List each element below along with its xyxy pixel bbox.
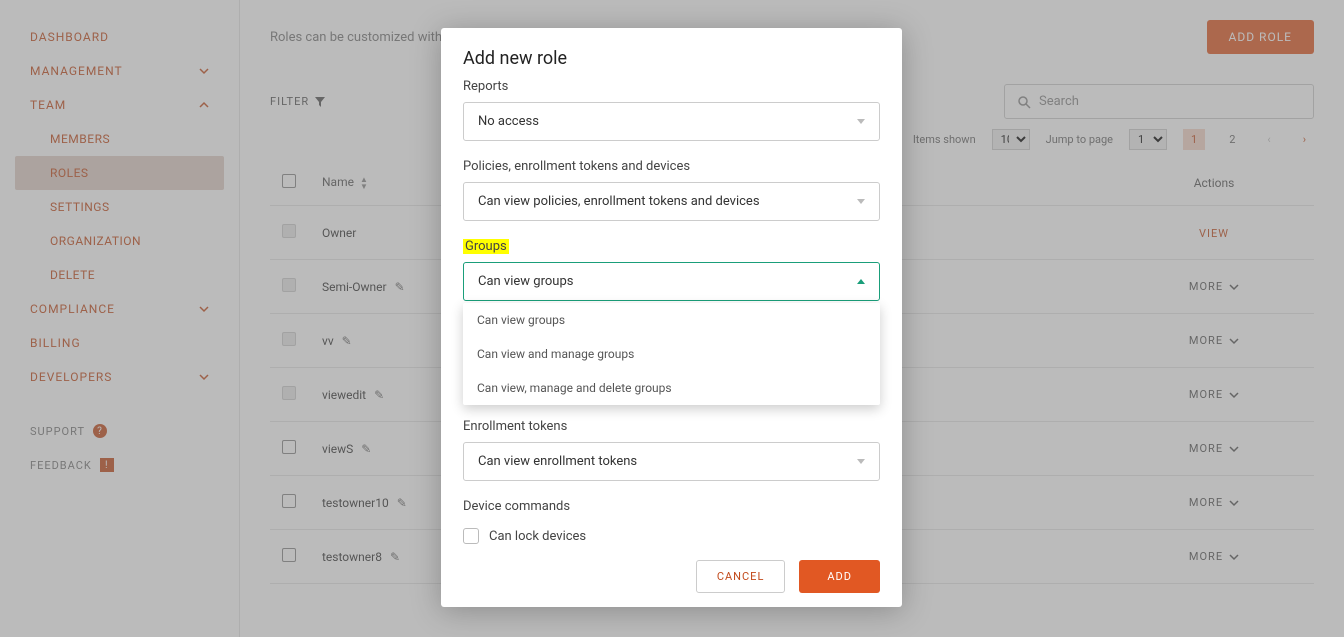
enrollment-label: Enrollment tokens [463, 419, 880, 434]
enrollment-value: Can view enrollment tokens [478, 454, 637, 469]
caret-down-icon [857, 199, 865, 204]
add-button[interactable]: ADD [799, 560, 880, 593]
groups-select[interactable]: Can view groups [463, 262, 880, 301]
commands-label: Device commands [463, 499, 880, 514]
policies-label: Policies, enrollment tokens and devices [463, 159, 880, 174]
groups-option[interactable]: Can view, manage and delete groups [463, 371, 880, 405]
modal-title: Add new role [441, 28, 902, 79]
check-label: Can lock devices [489, 529, 586, 544]
add-role-modal: Add new role Reports No access Policies,… [441, 28, 902, 607]
groups-option[interactable]: Can view groups [463, 303, 880, 337]
policies-value: Can view policies, enrollment tokens and… [478, 194, 760, 209]
lock-devices-check[interactable]: Can lock devices [463, 522, 880, 546]
caret-down-icon [857, 459, 865, 464]
groups-dropdown: Can view groups Can view and manage grou… [463, 303, 880, 405]
reports-select[interactable]: No access [463, 102, 880, 141]
modal-body[interactable]: Reports No access Policies, enrollment t… [441, 79, 902, 546]
groups-value: Can view groups [478, 274, 573, 289]
checkbox-icon [463, 528, 479, 544]
groups-option[interactable]: Can view and manage groups [463, 337, 880, 371]
cancel-button[interactable]: CANCEL [696, 560, 786, 593]
caret-up-icon [857, 279, 865, 284]
enrollment-select[interactable]: Can view enrollment tokens [463, 442, 880, 481]
caret-down-icon [857, 119, 865, 124]
groups-label: Groups [463, 239, 509, 254]
reports-value: No access [478, 114, 539, 129]
policies-select[interactable]: Can view policies, enrollment tokens and… [463, 182, 880, 221]
reports-label: Reports [463, 79, 880, 94]
